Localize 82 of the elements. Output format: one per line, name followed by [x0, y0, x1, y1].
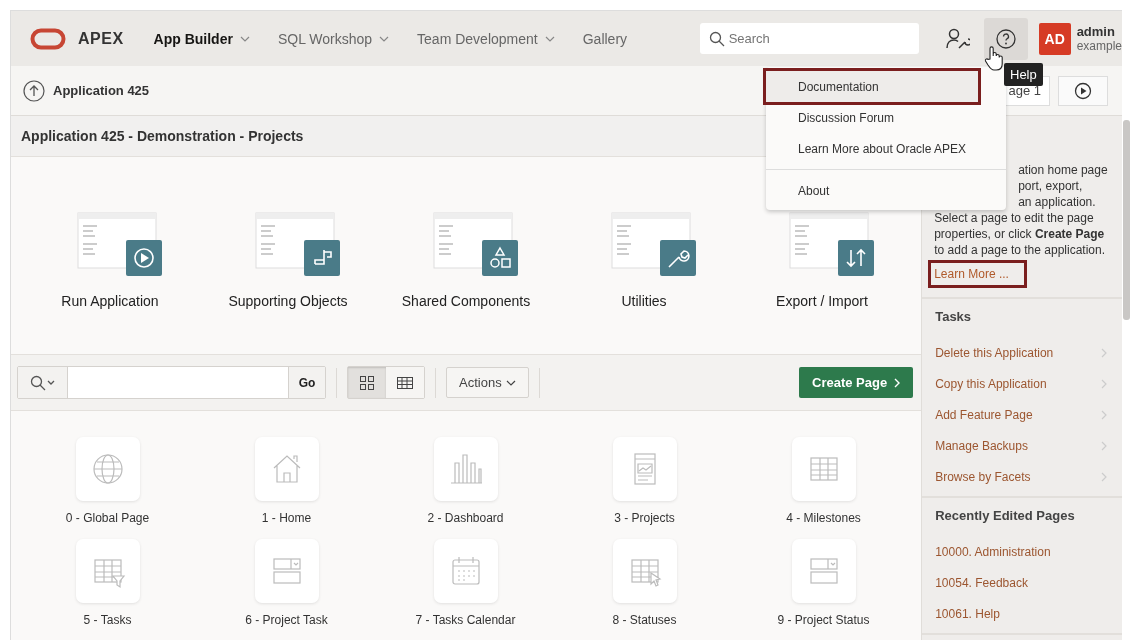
- page-name[interactable]: 2 - Dashboard: [427, 511, 504, 525]
- grid-icon: [359, 374, 375, 391]
- page-name[interactable]: 3 - Projects: [614, 511, 675, 525]
- section-heading: Recently Edited Pages: [935, 508, 1076, 525]
- menu-item[interactable]: Learn More about Oracle APEX: [766, 133, 1006, 164]
- page-card[interactable]: [612, 437, 677, 501]
- help-icon: [994, 27, 1017, 50]
- nav-menu-tab[interactable]: Team Development: [409, 18, 563, 59]
- caret-icon: [505, 379, 516, 386]
- menu-item[interactable]: Documentation: [766, 71, 978, 102]
- page-name[interactable]: 7 - Tasks Calendar: [415, 613, 516, 627]
- task-link[interactable]: Add Feature Page: [935, 399, 1122, 430]
- section-heading: Tasks: [935, 309, 973, 326]
- actions-menu-button[interactable]: Actions: [446, 367, 529, 398]
- page-name[interactable]: 8 - Statuses: [612, 613, 677, 627]
- task-link[interactable]: Delete this Application: [935, 337, 1122, 368]
- chevron-icon: [1101, 440, 1107, 451]
- user-name: admin: [1076, 23, 1116, 39]
- page-name[interactable]: 4 - Milestones: [786, 511, 861, 525]
- tool-tile[interactable]: Supporting Objects: [199, 157, 377, 347]
- app-name: APEX: [78, 29, 124, 48]
- create-page-button[interactable]: Create Page: [799, 367, 914, 398]
- window-wrench-icon: [611, 212, 697, 277]
- help-text: to add a page to the application.: [934, 242, 1105, 258]
- help-text: port, export,: [1018, 178, 1083, 194]
- help-text: an application.: [1018, 194, 1096, 210]
- window-arrows-icon: [789, 212, 875, 277]
- tool-tile[interactable]: Utilities: [555, 157, 733, 347]
- task-link[interactable]: Manage Backups: [935, 430, 1122, 461]
- nav-menu-tab[interactable]: App Builder: [145, 18, 258, 59]
- recent-page-link[interactable]: 10061. Help: [935, 598, 1122, 629]
- page-card[interactable]: [433, 437, 498, 501]
- chevron-icon: [1101, 378, 1107, 389]
- search-icon: [708, 31, 725, 47]
- window-play-icon: [77, 212, 163, 277]
- search-field[interactable]: Search: [699, 23, 919, 54]
- page-card[interactable]: [75, 539, 140, 603]
- help-text: properties, or click Create Page: [934, 226, 1105, 242]
- page-name[interactable]: 9 - Project Status: [777, 613, 870, 627]
- task-link[interactable]: Browse by Facets: [935, 461, 1122, 492]
- page-card[interactable]: [791, 539, 856, 603]
- recent-page-link[interactable]: 10054. Feedback: [935, 567, 1122, 598]
- caret-icon: [239, 35, 250, 42]
- page-card[interactable]: [254, 539, 319, 603]
- task-link[interactable]: Copy this Application: [935, 368, 1122, 399]
- chevron-icon: [1101, 347, 1107, 358]
- page-name[interactable]: 1 - Home: [261, 511, 312, 525]
- recent-page-link[interactable]: 10000. Administration: [935, 536, 1122, 567]
- breadcrumb-link[interactable]: Application 425: [53, 83, 150, 98]
- table-icon: [396, 375, 414, 390]
- page-name[interactable]: 0 - Global Page: [65, 511, 150, 525]
- page-name[interactable]: 6 - Project Task: [245, 613, 328, 627]
- caret-icon: [544, 35, 555, 42]
- tool-tile[interactable]: Run Application: [21, 157, 199, 347]
- nav-menu-tab[interactable]: SQL Workshop: [269, 18, 398, 59]
- chevron-icon: [1101, 409, 1107, 420]
- region-title: Application 425 - Demonstration - Projects: [21, 128, 304, 144]
- scrollbar[interactable]: [1123, 120, 1130, 320]
- page-name[interactable]: 5 - Tasks: [83, 613, 132, 627]
- help-tooltip: Help: [1004, 63, 1043, 86]
- tool-tile[interactable]: Shared Components: [377, 157, 555, 347]
- logo-icon: [30, 27, 66, 50]
- help-text: Select a page to edit the page: [934, 210, 1094, 226]
- page-card[interactable]: [791, 437, 856, 501]
- page-card[interactable]: [433, 539, 498, 603]
- workspace-name: example: [1076, 38, 1122, 54]
- user-wrench-icon[interactable]: [945, 27, 970, 50]
- nav-menu-tab[interactable]: Gallery: [574, 18, 636, 59]
- help-text: ation home page: [1018, 162, 1108, 178]
- caret-icon: [379, 35, 390, 42]
- run-page-button[interactable]: [1058, 75, 1108, 106]
- window-shapes-icon: [433, 212, 519, 277]
- page-card[interactable]: [254, 437, 319, 501]
- chevron-icon: [894, 377, 901, 388]
- icon-view-button[interactable]: [348, 367, 386, 398]
- page-card[interactable]: [75, 437, 140, 501]
- chevron-icon: [1101, 471, 1107, 482]
- window-scroll-icon: [255, 212, 341, 277]
- user-avatar[interactable]: AD: [1038, 22, 1071, 55]
- menu-item[interactable]: About: [766, 175, 1006, 206]
- page-card[interactable]: [612, 539, 677, 603]
- play-icon: [1074, 81, 1092, 100]
